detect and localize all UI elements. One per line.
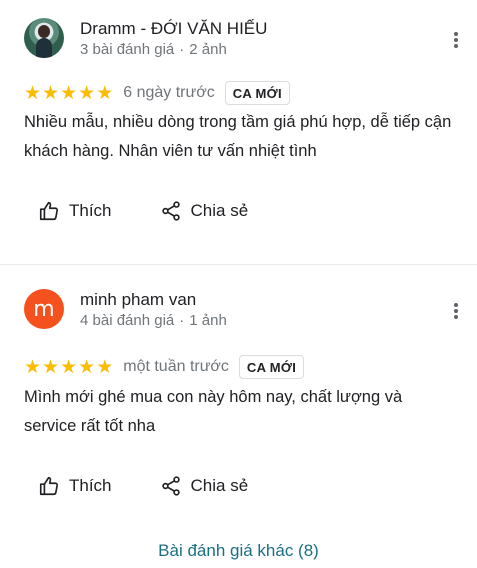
meta-separator: · <box>179 41 185 58</box>
review-text: Nhiều mẫu, nhiều dòng trong tầm giá phú … <box>24 113 452 160</box>
author-name[interactable]: Dramm - ĐỚI VĂN HIẾU <box>80 19 267 39</box>
thumb-up-icon <box>39 476 59 496</box>
star-icon: ★ <box>42 356 60 378</box>
avatar[interactable] <box>24 18 64 58</box>
star-rating: ★ ★ ★ ★ ★ <box>24 357 113 377</box>
star-icon: ★ <box>96 82 114 104</box>
rating-row: ★ ★ ★ ★ ★ một tuần trước CA MỚI <box>24 354 305 380</box>
share-icon <box>161 201 180 221</box>
star-icon: ★ <box>78 356 96 378</box>
like-label: Thích <box>69 201 112 220</box>
star-icon: ★ <box>24 356 42 378</box>
star-icon: ★ <box>42 82 60 104</box>
avatar[interactable]: m <box>24 289 64 329</box>
review-time: 6 ngày trước <box>123 84 215 101</box>
divider <box>0 264 477 265</box>
like-label: Thích <box>69 476 112 495</box>
thumb-up-icon <box>39 201 59 221</box>
review-header: m minh pham van 4 bài đánh giá · 1 ảnh <box>24 289 464 333</box>
star-icon: ★ <box>60 82 78 104</box>
review-count: 4 bài đánh giá <box>80 312 175 329</box>
star-icon: ★ <box>96 356 114 378</box>
share-icon <box>161 476 180 496</box>
share-label: Chia sẻ <box>190 201 249 220</box>
review-header: Dramm - ĐỚI VĂN HIẾU 3 bài đánh giá · 2 ản… <box>24 18 464 62</box>
like-button[interactable]: Thích <box>38 475 112 497</box>
rating-row: ★ ★ ★ ★ ★ 6 ngày trước CA MỚI <box>24 80 290 106</box>
review-actions: Thích Chia sẻ <box>38 471 248 501</box>
star-icon: ★ <box>78 82 96 104</box>
photo-count: 2 ảnh <box>189 41 227 58</box>
like-button[interactable]: Thích <box>38 200 112 222</box>
photo-count: 1 ảnh <box>189 312 227 329</box>
star-icon: ★ <box>60 356 78 378</box>
author-meta: 4 bài đánh giá · 1 ảnh <box>80 312 227 329</box>
more-vert-icon[interactable] <box>446 30 466 50</box>
star-icon: ★ <box>24 82 42 104</box>
share-button[interactable]: Chia sẻ <box>160 475 249 497</box>
more-vert-icon[interactable] <box>446 301 466 321</box>
star-rating: ★ ★ ★ ★ ★ <box>24 83 113 103</box>
review-count: 3 bài đánh giá <box>80 41 175 58</box>
new-badge: CA MỚI <box>224 81 290 105</box>
share-label: Chia sẻ <box>190 476 249 495</box>
new-badge: CA MỚI <box>238 355 305 379</box>
author-meta: 3 bài đánh giá · 2 ảnh <box>80 41 227 58</box>
review-actions: Thích Chia sẻ <box>38 196 248 226</box>
more-reviews-link[interactable]: Bài đánh giá khác (8) <box>0 541 477 561</box>
share-button[interactable]: Chia sẻ <box>160 200 249 222</box>
review-text: Mình mới ghé mua con này hôm nay, chất l… <box>24 388 403 435</box>
meta-separator: · <box>179 312 185 329</box>
review-time: một tuần trước <box>123 358 229 375</box>
author-name[interactable]: minh pham van <box>80 290 196 310</box>
more-reviews-label: Bài đánh giá khác (8) <box>158 541 319 560</box>
